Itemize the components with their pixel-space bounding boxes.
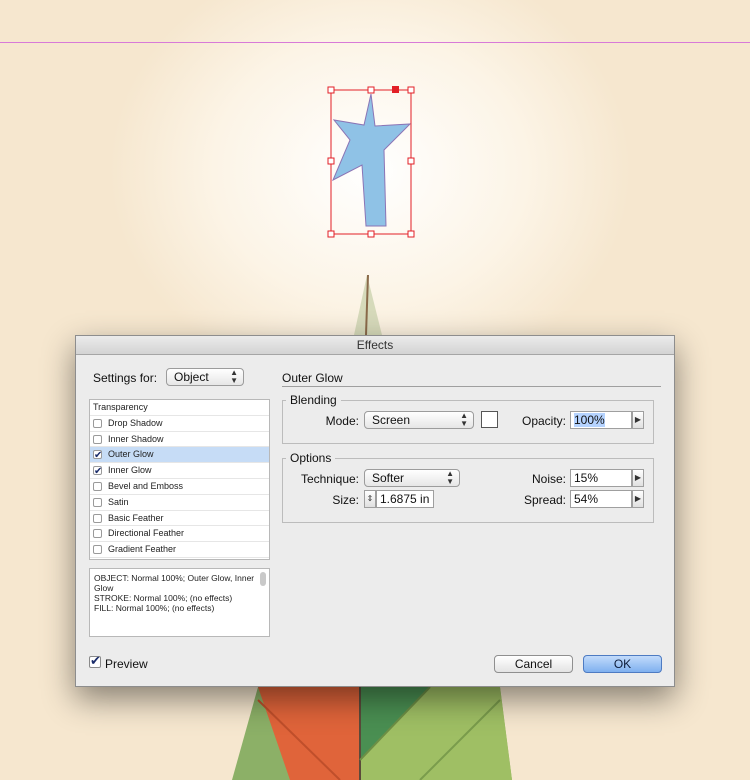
section-divider xyxy=(282,386,661,387)
list-item-bevel-emboss[interactable]: Bevel and Emboss xyxy=(90,479,269,495)
mode-select[interactable]: Screen ▲ ▼ xyxy=(364,411,474,429)
size-stepper-icon[interactable]: ⇕ xyxy=(364,490,376,508)
effects-dialog: Effects Settings for: Object ▲ ▼ Transpar… xyxy=(75,335,675,687)
checkbox[interactable] xyxy=(93,497,102,507)
list-item-outer-glow[interactable]: Outer Glow xyxy=(90,447,269,463)
list-item-label: Satin xyxy=(108,496,129,507)
stepper-arrows-icon: ▲ ▼ xyxy=(446,469,454,486)
opacity-label: Opacity: xyxy=(521,414,566,428)
checkbox[interactable] xyxy=(93,418,102,428)
opacity-popout-icon[interactable]: ▶ xyxy=(632,411,644,429)
checkbox-checked[interactable] xyxy=(93,448,102,463)
effects-summary: OBJECT: Normal 100%; Outer Glow, Inner G… xyxy=(89,568,270,637)
list-item-label: Drop Shadow xyxy=(108,417,163,428)
cancel-button[interactable]: Cancel xyxy=(494,655,573,673)
list-item-gradient-feather[interactable]: Gradient Feather xyxy=(90,542,269,558)
list-item-label: Directional Feather xyxy=(108,528,185,539)
stepper-arrows-icon: ▲ ▼ xyxy=(230,368,238,385)
spread-field[interactable]: 54% xyxy=(570,490,632,508)
list-item-label: Basic Feather xyxy=(108,512,164,523)
list-item-transparency[interactable]: Transparency xyxy=(90,400,269,416)
technique-label: Technique: xyxy=(300,472,359,486)
size-label: Size: xyxy=(332,493,359,507)
summary-object: OBJECT: Normal 100%; Outer Glow, Inner G… xyxy=(94,573,255,593)
summary-stroke: STROKE: Normal 100%; (no effects) xyxy=(94,593,233,603)
summary-scrollbar[interactable] xyxy=(260,572,266,586)
checkbox-checked[interactable] xyxy=(93,464,102,479)
list-item-inner-shadow[interactable]: Inner Shadow xyxy=(90,432,269,448)
spread-popout-icon[interactable]: ▶ xyxy=(632,490,644,508)
effects-list: Transparency Drop Shadow Inner Shadow Ou… xyxy=(89,399,270,560)
list-item-label: Transparency xyxy=(93,402,148,412)
opacity-field[interactable]: 100% xyxy=(570,411,632,429)
summary-fill: FILL: Normal 100%; (no effects) xyxy=(94,603,215,613)
settings-for-select[interactable]: Object ▲ ▼ xyxy=(166,368,244,386)
spread-value: 54% xyxy=(574,492,599,506)
settings-for-value: Object xyxy=(174,370,209,384)
list-item-inner-glow[interactable]: Inner Glow xyxy=(90,463,269,479)
preview-label[interactable]: Preview xyxy=(105,657,148,671)
checkbox[interactable] xyxy=(93,481,102,491)
preview-checkbox[interactable] xyxy=(89,653,101,669)
technique-value: Softer xyxy=(372,471,405,485)
section-title: Outer Glow xyxy=(282,371,343,385)
noise-label: Noise: xyxy=(531,472,566,486)
list-item-label: Gradient Feather xyxy=(108,544,177,555)
noise-popout-icon[interactable]: ▶ xyxy=(632,469,644,487)
stepper-arrows-icon: ▲ ▼ xyxy=(460,411,468,428)
technique-select[interactable]: Softer ▲ ▼ xyxy=(364,469,460,487)
checkbox[interactable] xyxy=(93,513,102,523)
size-field[interactable]: 1.6875 in xyxy=(376,490,434,508)
checkbox[interactable] xyxy=(93,529,102,539)
list-item-drop-shadow[interactable]: Drop Shadow xyxy=(90,416,269,432)
opacity-value: 100% xyxy=(574,413,605,427)
options-title: Options xyxy=(286,451,336,465)
dialog-title: Effects xyxy=(76,336,674,355)
tree-bottom xyxy=(232,686,512,780)
blending-title: Blending xyxy=(286,393,341,407)
size-value: 1.6875 in xyxy=(380,492,430,506)
checkbox[interactable] xyxy=(93,434,102,444)
spread-label: Spread: xyxy=(523,493,566,507)
ok-button[interactable]: OK xyxy=(583,655,662,673)
noise-value: 15% xyxy=(574,471,599,485)
star-shape[interactable] xyxy=(331,93,412,227)
list-item-label: Bevel and Emboss xyxy=(108,480,184,491)
list-item-directional-feather[interactable]: Directional Feather xyxy=(90,526,269,543)
list-item-label: Outer Glow xyxy=(108,449,154,460)
checkbox[interactable] xyxy=(93,545,102,555)
glow-color-swatch[interactable] xyxy=(481,411,498,428)
noise-field[interactable]: 15% xyxy=(570,469,632,487)
list-item-label: Inner Shadow xyxy=(108,433,164,444)
list-item-label: Inner Glow xyxy=(108,465,152,476)
list-item-satin[interactable]: Satin xyxy=(90,495,269,511)
mode-value: Screen xyxy=(372,413,411,427)
mode-label: Mode: xyxy=(325,414,359,428)
settings-for-label: Settings for: xyxy=(93,371,158,385)
list-item-basic-feather[interactable]: Basic Feather xyxy=(90,511,269,527)
